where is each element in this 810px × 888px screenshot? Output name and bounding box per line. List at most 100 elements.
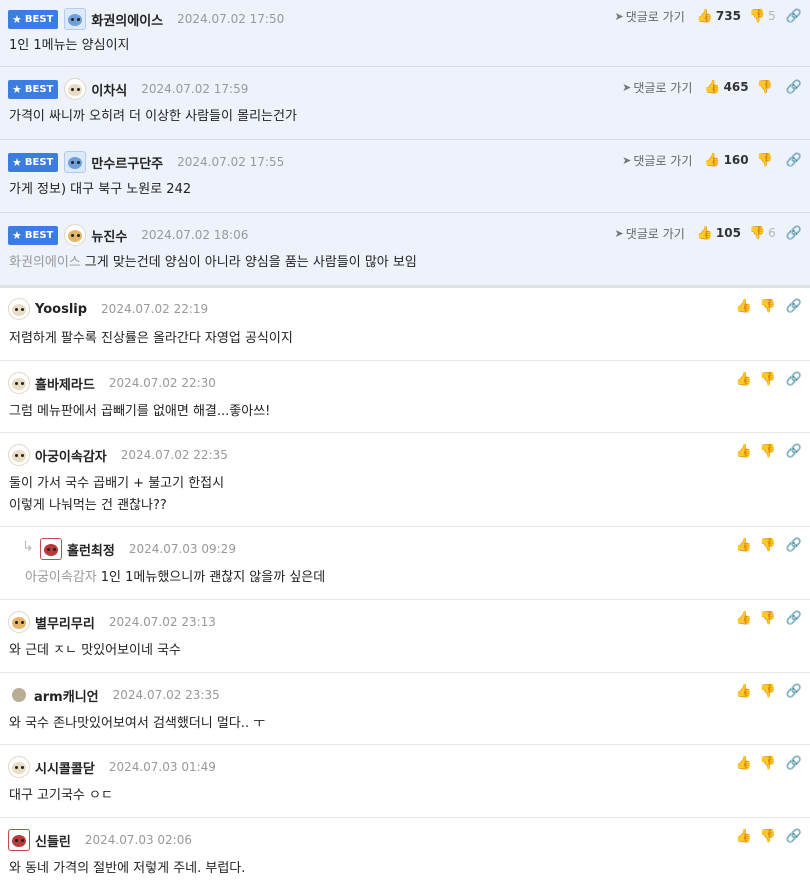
- link-icon[interactable]: 🔗: [786, 80, 802, 95]
- avatar[interactable]: [8, 372, 30, 394]
- link-icon[interactable]: 🔗: [786, 9, 802, 24]
- thumbs-up-icon: 👍: [735, 610, 752, 626]
- upvote-button[interactable]: 👍: [735, 829, 751, 844]
- go-to-reply-link[interactable]: ➤ 댓글로 가기: [622, 152, 692, 169]
- comment-author[interactable]: Yooslip: [35, 302, 87, 317]
- comment-body: 그럼 메뉴판에서 곱빼기를 없애면 해결...좋아쓰!: [9, 404, 271, 419]
- comment-date: 2024.07.02 22:30: [108, 376, 216, 390]
- comment-author[interactable]: 이차식: [91, 80, 127, 99]
- go-to-reply-link[interactable]: ➤ 댓글로 가기: [622, 79, 692, 96]
- upvote-button[interactable]: 👍 735: [697, 9, 741, 24]
- comment-author[interactable]: 뉴진수: [91, 226, 127, 245]
- thumbs-down-icon: 👎: [756, 79, 773, 95]
- upvote-button[interactable]: 👍: [735, 299, 751, 314]
- avatar[interactable]: [8, 611, 30, 633]
- link-icon[interactable]: 🔗: [786, 538, 802, 553]
- link-icon[interactable]: 🔗: [786, 372, 802, 387]
- upvote-button[interactable]: 👍: [735, 538, 751, 553]
- link-icon[interactable]: 🔗: [786, 684, 802, 699]
- upvote-button[interactable]: 👍 105: [697, 226, 741, 241]
- downvote-button[interactable]: 👎: [760, 538, 776, 553]
- thumbs-down-icon: 👎: [756, 152, 773, 168]
- comment-author[interactable]: 홀런최정: [67, 540, 115, 559]
- comment-body: 둘이 가서 국수 곱배기 + 불고기 한접시 이렇게 나눠먹는 건 괜찮나??: [9, 476, 225, 513]
- comment-date: 2024.07.02 17:55: [177, 155, 285, 169]
- comment-body: 대구 고기국수 ㅇㄷ: [9, 788, 113, 803]
- link-icon[interactable]: 🔗: [786, 829, 802, 844]
- comment-author[interactable]: 신들린: [35, 831, 71, 850]
- link-icon[interactable]: 🔗: [786, 153, 802, 168]
- avatar[interactable]: [8, 298, 30, 320]
- thumbs-down-icon: 👎: [759, 443, 776, 459]
- star-icon: ★: [12, 82, 22, 96]
- comment-meta: 홀런최정 2024.07.03 09:29: [40, 538, 236, 560]
- avatar[interactable]: [64, 224, 87, 246]
- downvote-button[interactable]: 👎: [760, 684, 776, 699]
- link-icon[interactable]: 🔗: [786, 299, 802, 314]
- comment-date: 2024.07.03 02:06: [84, 833, 192, 847]
- downvote-button[interactable]: 👎: [760, 756, 776, 771]
- comment-date: 2024.07.03 01:49: [108, 760, 216, 774]
- downvote-button[interactable]: 👎: [760, 829, 776, 844]
- comment-author[interactable]: 흘바제라드: [35, 374, 95, 393]
- comment: 시시콜콜닫 2024.07.03 01:49 👍 👎 🔗 대구 고기국수 ㅇㄷ: [0, 745, 810, 818]
- upvote-button[interactable]: 👍: [735, 372, 751, 387]
- avatar[interactable]: [12, 688, 26, 702]
- upvote-button[interactable]: 👍: [735, 611, 751, 626]
- comment-body: 가게 정보) 대구 북구 노원로 242: [9, 182, 192, 197]
- upvote-button[interactable]: 👍 160: [704, 153, 748, 168]
- avatar[interactable]: [8, 829, 30, 851]
- avatar[interactable]: [64, 151, 87, 173]
- avatar[interactable]: [64, 78, 87, 100]
- comment-author[interactable]: arm캐니언: [34, 686, 99, 705]
- downvote-count: 6: [768, 226, 776, 240]
- comment-author[interactable]: 아궁이속감자: [35, 446, 107, 465]
- link-icon[interactable]: 🔗: [786, 444, 802, 459]
- thumbs-up-icon: 👍: [735, 371, 752, 387]
- reply-comment: ↳ 홀런최정 2024.07.03 09:29 👍 👎 🔗 아궁이속감자 1인 1…: [0, 527, 810, 600]
- comment-author[interactable]: 만수르구단주: [91, 153, 163, 172]
- downvote-button[interactable]: 👎 6: [749, 226, 776, 241]
- thumbs-up-icon: 👍: [735, 298, 752, 314]
- comment-body: 저렴하게 팔수록 진상률은 올라간다 자영업 공식이지: [9, 331, 293, 346]
- downvote-button[interactable]: 👎: [760, 372, 776, 387]
- downvote-button[interactable]: 👎: [760, 444, 776, 459]
- comment-body: 와 동네 가격의 절반에 저렇게 주네. 부럽다.: [9, 861, 246, 876]
- downvote-button[interactable]: 👎: [757, 80, 776, 95]
- mention[interactable]: 화권의에이스: [9, 255, 81, 270]
- link-icon[interactable]: 🔗: [786, 226, 802, 241]
- downvote-button[interactable]: 👎: [760, 611, 776, 626]
- comment-actions: 👍 👎 🔗: [735, 608, 802, 628]
- avatar[interactable]: [64, 8, 87, 30]
- comment-meta: arm캐니언 2024.07.02 23:35: [8, 684, 220, 706]
- best-comment: ★ BEST 만수르구단주 2024.07.02 17:55 ➤ 댓글로 가기 👍 1…: [0, 140, 810, 213]
- downvote-button[interactable]: 👎: [757, 153, 776, 168]
- link-icon[interactable]: 🔗: [786, 756, 802, 771]
- best-badge: ★ BEST: [8, 152, 59, 172]
- comment-author[interactable]: 별무리무리: [35, 613, 95, 632]
- thumbs-up-icon: 👍: [735, 828, 752, 844]
- upvote-count: 105: [715, 226, 741, 240]
- upvote-button[interactable]: 👍 465: [704, 80, 748, 95]
- mention[interactable]: 아궁이속감자: [25, 570, 97, 585]
- avatar[interactable]: [40, 538, 62, 560]
- downvote-button[interactable]: 👎 5: [749, 9, 776, 24]
- link-icon[interactable]: 🔗: [786, 611, 802, 626]
- comment-date: 2024.07.02 22:35: [120, 448, 228, 462]
- comment-date: 2024.07.02 17:50: [177, 12, 285, 26]
- comment-actions: ➤ 댓글로 가기 👍 160 👎 🔗: [622, 150, 802, 170]
- thumbs-up-icon: 👍: [704, 79, 721, 95]
- best-badge: ★ BEST: [8, 9, 59, 29]
- go-to-reply-link[interactable]: ➤ 댓글로 가기: [615, 8, 685, 25]
- downvote-button[interactable]: 👎: [760, 299, 776, 314]
- comment-author[interactable]: 시시콜콜닫: [35, 758, 95, 777]
- comment-author[interactable]: 화권의에이스: [91, 10, 163, 29]
- comment-body: 와 국수 존나맛있어보여서 검색했더니 멀다.. ㅜ: [9, 716, 266, 731]
- avatar[interactable]: [8, 756, 30, 778]
- go-to-reply-link[interactable]: ➤ 댓글로 가기: [615, 225, 685, 242]
- upvote-button[interactable]: 👍: [735, 684, 751, 699]
- upvote-button[interactable]: 👍: [735, 444, 751, 459]
- avatar[interactable]: [8, 444, 30, 466]
- comment-actions: 👍 👎 🔗: [735, 826, 802, 846]
- upvote-button[interactable]: 👍: [735, 756, 751, 771]
